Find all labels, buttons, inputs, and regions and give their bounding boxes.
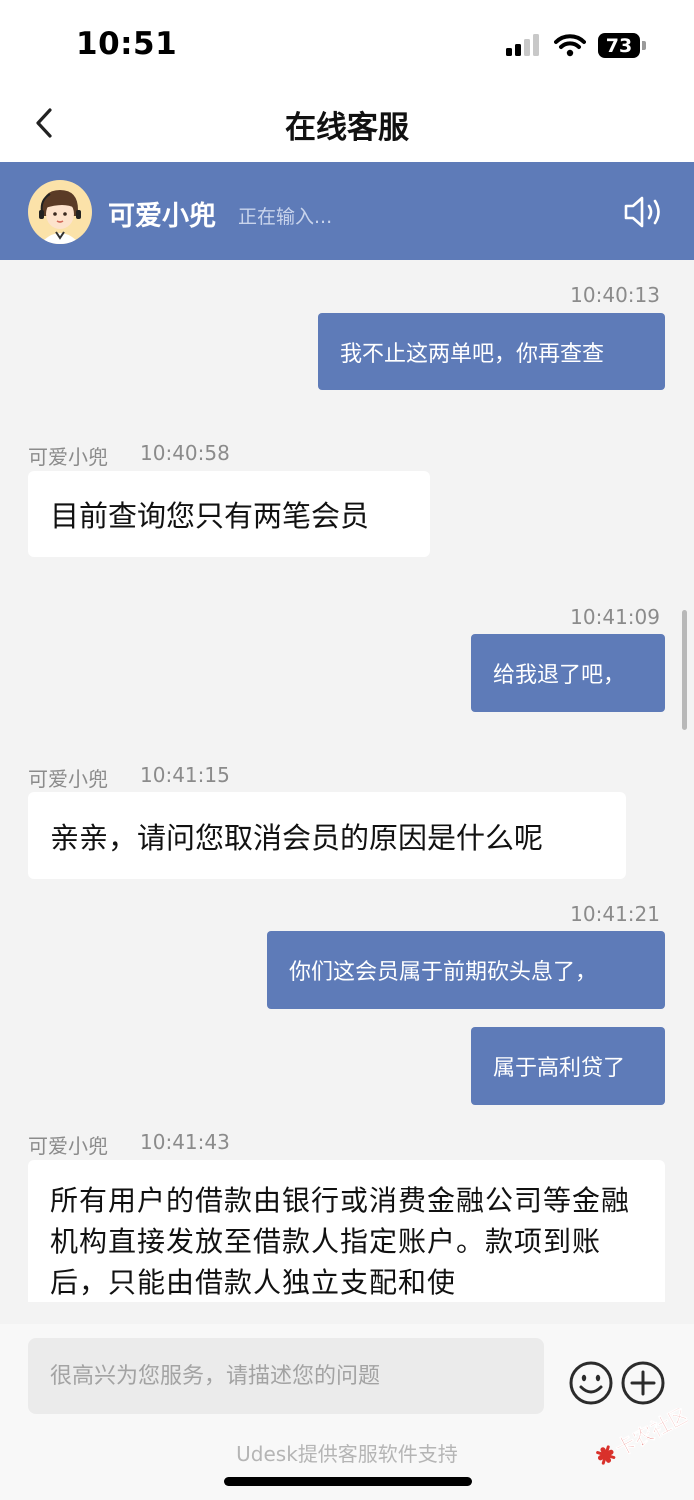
message-timestamp: 10:41:15 (140, 763, 230, 787)
message-sender: 可爱小兜 (28, 1134, 108, 1158)
user-message-bubble[interactable]: 我不止这两单吧，你再查查 (318, 313, 665, 390)
message-sender: 可爱小兜 (28, 767, 108, 791)
agent-name: 可爱小兜 (108, 201, 216, 232)
page-title: 在线客服 (285, 110, 409, 146)
home-indicator[interactable] (224, 1477, 472, 1486)
message-timestamp: 10:40:13 (570, 283, 660, 307)
battery-tip (642, 41, 646, 50)
emoji-button[interactable] (568, 1360, 614, 1406)
message-input[interactable] (28, 1338, 544, 1414)
agent-message-bubble[interactable]: 亲亲，请问您取消会员的原因是什么呢 (28, 792, 626, 879)
battery-icon: 73 (598, 33, 640, 58)
message-timestamp: 10:40:58 (140, 441, 230, 465)
plus-circle-icon (621, 1361, 665, 1405)
agent-typing-status: 正在输入... (238, 206, 333, 228)
more-options-button[interactable] (620, 1360, 666, 1406)
user-message-bubble[interactable]: 给我退了吧， (471, 634, 665, 712)
agent-message-text: 所有用户的借款由银行或消费金融公司等金融机构直接发放至借款人指定账户。款项到账后… (50, 1184, 631, 1299)
watermark-icon: 卡农社区 (596, 1402, 693, 1465)
watermark-logo: 卡农社区 (588, 1402, 693, 1470)
status-time: 10:51 (76, 26, 178, 62)
sound-toggle-button[interactable] (622, 192, 668, 232)
agent-avatar (28, 180, 92, 244)
agent-message-bubble[interactable]: 目前查询您只有两笔会员 (28, 471, 430, 557)
user-message-bubble[interactable]: 你们这会员属于前期砍头息了， (267, 931, 665, 1009)
wifi-icon (554, 34, 586, 57)
smiley-icon (569, 1361, 613, 1405)
cellular-signal-icon (506, 34, 539, 56)
agent-message-bubble[interactable]: 所有用户的借款由银行或消费金融公司等金融机构直接发放至借款人指定账户。款项到账后… (28, 1160, 665, 1302)
scrollbar[interactable] (682, 610, 687, 730)
speaker-icon (624, 196, 660, 228)
message-timestamp: 10:41:09 (570, 605, 660, 629)
message-sender: 可爱小兜 (28, 445, 108, 469)
message-timestamp: 10:41:43 (140, 1130, 230, 1154)
agent-header (0, 162, 694, 260)
message-timestamp: 10:41:21 (570, 902, 660, 926)
battery-level: 73 (605, 34, 633, 57)
agent-avatar-icon (39, 190, 81, 244)
svg-text:卡农社区: 卡农社区 (611, 1408, 688, 1461)
user-message-bubble[interactable]: 属于高利贷了 (471, 1027, 665, 1105)
